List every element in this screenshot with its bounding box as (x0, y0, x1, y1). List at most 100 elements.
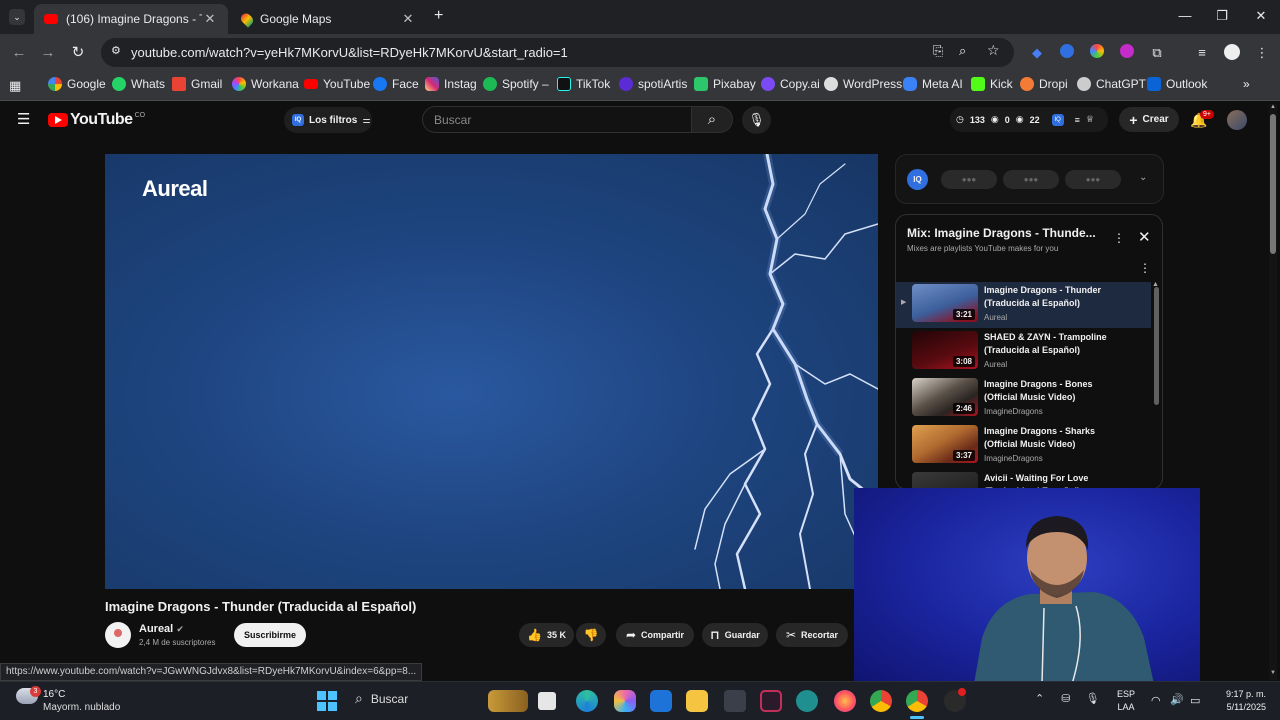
minimize-button[interactable]: — (1170, 8, 1200, 23)
tab-google-maps[interactable]: Google Maps ✕ (232, 4, 426, 34)
file-explorer-icon[interactable] (686, 690, 708, 712)
playlist-more-icon[interactable]: ⋮ (1139, 261, 1151, 275)
task-view-icon[interactable] (538, 692, 556, 710)
apps-grid-icon[interactable]: ▦ (9, 78, 21, 94)
playlist-menu-icon[interactable]: ⋮ (1113, 231, 1125, 245)
extension-download-icon[interactable] (1118, 44, 1136, 62)
bookmark-spotiartis[interactable]: spotiArtis (619, 77, 687, 91)
channel-avatar[interactable] (105, 622, 131, 648)
extensions-puzzle-icon[interactable]: ⧉ (1148, 44, 1166, 62)
search-input[interactable]: Buscar (422, 106, 692, 133)
tab-search-button[interactable]: ⌄ (9, 9, 25, 25)
volume-icon[interactable]: 🔊 (1170, 693, 1184, 706)
bookmark-copyai[interactable]: Copy.ai (761, 77, 820, 91)
iq-pill[interactable]: ●●● (1065, 170, 1121, 189)
clip-button[interactable]: ✂ Recortar (776, 623, 848, 647)
youtube-logo[interactable]: YouTube CO (48, 111, 145, 129)
scroll-up-arrow-icon[interactable]: ▲ (1270, 104, 1276, 110)
taskbar-search[interactable]: ⌕ Buscar (355, 690, 408, 707)
create-button[interactable]: + Crear (1119, 107, 1179, 132)
bookmark-wordpress[interactable]: WordPress (824, 77, 902, 91)
url-text[interactable]: youtube.com/watch?v=yeHk7MKorvU&list=RDy… (131, 45, 568, 60)
chevron-up-icon[interactable]: ⌃ (1035, 693, 1044, 705)
bookmark-google[interactable]: Google (48, 77, 106, 91)
subscribe-button[interactable]: Suscribirme (234, 623, 306, 647)
share-button[interactable]: ➦ Compartir (616, 623, 694, 647)
extension-iq-icon[interactable] (1058, 44, 1076, 62)
copilot-icon[interactable] (614, 690, 636, 712)
playlist-item[interactable]: 3:08 SHAED & ZAYN - Trampoline (Traducid… (896, 329, 1151, 375)
bookmark-face[interactable]: Face (373, 77, 419, 91)
page-scrollbar[interactable]: ▲ ▼ (1269, 104, 1277, 680)
app-red-icon[interactable] (760, 690, 782, 712)
iq-logo-icon[interactable]: IQ (907, 169, 928, 190)
chrome-icon[interactable] (870, 690, 892, 712)
extension-tag-icon[interactable]: ◆ (1028, 44, 1046, 62)
tab-youtube[interactable]: (106) Imagine Dragons - Thund ✕ (34, 4, 228, 34)
playlist-item[interactable]: 3:37 Imagine Dragons - Sharks (Official … (896, 423, 1151, 469)
like-button[interactable]: 👍 35 K (519, 623, 574, 647)
scroll-down-arrow-icon[interactable]: ▼ (1270, 670, 1276, 676)
media-control-icon[interactable]: ≡ (1193, 44, 1211, 62)
maximize-button[interactable]: ❐ (1207, 8, 1237, 24)
reload-button[interactable]: ↻ (68, 43, 88, 63)
page-scrollbar-thumb[interactable] (1270, 114, 1276, 254)
chevron-down-icon[interactable]: ⌄ (1139, 172, 1147, 183)
bookmark-meta-ai[interactable]: Meta AI (903, 77, 963, 91)
close-window-button[interactable]: ✕ (1246, 8, 1276, 24)
menu-kebab-icon[interactable]: ⋮ (1253, 44, 1271, 62)
app-hexagon-icon[interactable] (724, 690, 746, 712)
extension-color-icon[interactable] (1088, 44, 1106, 62)
bookmark-chatgpt[interactable]: ChatGPT (1077, 77, 1146, 91)
zoom-icon[interactable]: ⌕ (959, 43, 966, 59)
bookmark-gmail[interactable]: Gmail (172, 77, 222, 91)
playlist-item[interactable]: 2:46 Imagine Dragons - Bones (Official M… (896, 376, 1151, 422)
filters-button[interactable]: IQ Los filtros ⚌ (284, 107, 372, 133)
playlist-item[interactable]: ▶ 3:21 Imagine Dragons - Thunder (Traduc… (896, 282, 1151, 328)
bookmark-dropi[interactable]: Dropi (1020, 77, 1068, 91)
more-bookmarks-icon[interactable]: » (1243, 77, 1250, 91)
wifi-icon[interactable]: ◠ (1151, 694, 1161, 707)
bookmark-workana[interactable]: Workana (232, 77, 299, 91)
system-tray[interactable]: ⌃ ⛁ 🎙 (1035, 692, 1100, 705)
battery-icon[interactable]: ▭ (1190, 694, 1200, 707)
extension-stats-pill[interactable]: ◷ 133 ◉ 0 ◉ 22 IQ ≡ ♕ (950, 107, 1108, 132)
account-avatar[interactable] (1227, 110, 1247, 130)
forward-button[interactable]: → (38, 43, 58, 63)
bookmark-star-icon[interactable]: ☆ (987, 42, 1000, 59)
firefox-icon[interactable] (834, 690, 856, 712)
back-button[interactable]: ← (9, 43, 29, 63)
bookmark-whats[interactable]: Whats (112, 77, 165, 91)
close-tab-icon[interactable]: ✕ (400, 11, 416, 27)
hamburger-menu-icon[interactable]: ☰ (17, 110, 30, 128)
bookmark-pixabay[interactable]: Pixabay (694, 77, 756, 91)
bookmark-youtube[interactable]: YouTube (304, 77, 370, 91)
save-button[interactable]: ⊓ Guardar (702, 623, 768, 647)
edge-icon[interactable] (576, 690, 598, 712)
bookmark-kick[interactable]: Kick (971, 77, 1013, 91)
channel-name[interactable]: Aureal ✔ (139, 623, 184, 635)
profile-avatar[interactable] (1223, 44, 1241, 62)
search-highlight-icon[interactable] (488, 690, 528, 712)
playlist-scrollbar[interactable] (1154, 287, 1159, 405)
playlist-item[interactable]: Avicii - Waiting For Love (Traducida al … (896, 470, 1151, 489)
taskbar-clock[interactable]: 9:17 p. m. 5/11/2025 (1218, 688, 1266, 714)
iq-pill[interactable]: ●●● (941, 170, 997, 189)
close-tab-icon[interactable]: ✕ (202, 11, 218, 27)
dislike-button[interactable]: 👎 (576, 623, 606, 647)
microphone-icon[interactable]: 🎙 (1086, 693, 1100, 705)
address-bar[interactable]: ⚙ youtube.com/watch?v=yeHk7MKorvU&list=R… (101, 38, 1014, 67)
voice-search-button[interactable]: 🎙 (742, 106, 771, 134)
site-info-icon[interactable]: ⚙ (111, 44, 121, 57)
install-app-icon[interactable]: ⎘ (933, 43, 943, 59)
bookmark-instag[interactable]: Instag (425, 77, 477, 91)
bookmark-outlook[interactable]: Outlook (1147, 77, 1207, 91)
search-button[interactable]: ⌕ (691, 106, 733, 133)
snipping-tool-icon[interactable] (796, 690, 818, 712)
store-icon[interactable] (650, 690, 672, 712)
new-tab-button[interactable]: + (434, 7, 443, 25)
chrome-active-icon[interactable] (906, 690, 928, 712)
iq-pill[interactable]: ●●● (1003, 170, 1059, 189)
language-indicator[interactable]: ESP LAA (1117, 688, 1135, 714)
bookmark-tiktok[interactable]: TikTok (557, 77, 610, 91)
